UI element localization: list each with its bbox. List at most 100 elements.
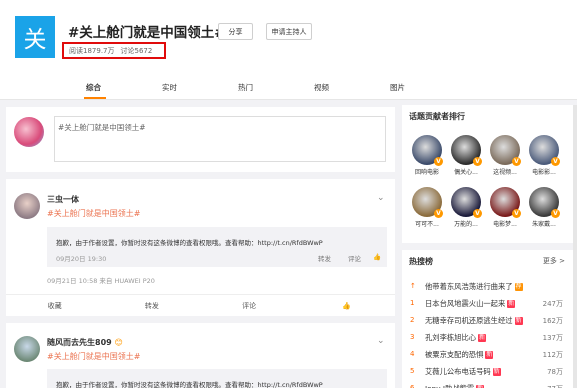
user-avatar[interactable]: [14, 117, 44, 147]
post-username[interactable]: 随风而去先生809 😊: [47, 337, 123, 348]
hot-search-item[interactable]: 4 被粟京支配的恐惧新 112万: [402, 348, 573, 365]
post-meta: 09月21日 10:58 来自 HUAWEI P20: [47, 277, 155, 285]
forward-button[interactable]: 转发: [103, 295, 200, 316]
hot-badge: 新: [492, 368, 501, 376]
share-button[interactable]: 分享: [218, 23, 253, 40]
hot-search-item[interactable]: 6 Jony J助战熊霸新 77万: [402, 382, 573, 388]
avatar[interactable]: [14, 193, 40, 219]
contributor-item[interactable]: V 可可不...: [410, 187, 444, 228]
feed-post: 随风而去先生809 😊 #关上舱门就是中国领土# ⌄ 抱歉，由于作者设置，你暂时…: [6, 323, 395, 388]
comment-count: 讨论5672: [120, 46, 153, 55]
like-icon[interactable]: 👍: [298, 295, 395, 316]
contributor-name: 回响电影: [414, 169, 439, 176]
hot-search-item[interactable]: 5 艾薇儿公布电话号码新 78万: [402, 365, 573, 382]
hot-search-text: 孔刘李栋旭比心新: [425, 333, 487, 343]
post-action-bar: 收藏 转发 评论 👍: [6, 294, 395, 316]
topic-logo: 关: [15, 16, 55, 58]
emoji-icon: 😊: [114, 338, 123, 347]
repost-block: 抱歉，由于作者设置，你暂时没有这条微博的查看权限哦。查看帮助：http://t.…: [47, 369, 387, 388]
hot-search-label: 他带着东风浩荡进行曲来了: [425, 282, 513, 291]
repost-text: 抱歉，由于作者设置，你暂时没有这条微博的查看权限哦。查看帮助：http://t.…: [56, 381, 323, 388]
repost-like-icon[interactable]: 👍: [373, 253, 381, 261]
contributor-name: 万能的...: [454, 221, 478, 228]
hot-badge: 新: [478, 334, 487, 342]
promoted-icon: ↑: [410, 282, 416, 290]
hot-search-label: 艾薇儿公布电话号码: [425, 367, 491, 376]
contributor-avatar: V: [451, 135, 482, 166]
hot-search-label: 被粟京支配的恐惧: [425, 350, 484, 359]
page: 关 #关上舱门就是中国领土# 分享 申请主持人 阅读1879.7万 讨论5672…: [0, 0, 577, 388]
contributor-avatar: V: [529, 135, 560, 166]
tab-comprehensive[interactable]: 综合: [86, 82, 101, 93]
contributor-avatar: V: [412, 187, 443, 218]
hot-search-item[interactable]: 3 孔刘李栋旭比心新 137万: [402, 331, 573, 348]
hot-search-text: Jony J助战熊霸新: [425, 384, 485, 388]
hot-search-label: 无糖幸存司机还原逃生经过: [425, 316, 513, 325]
chevron-down-icon[interactable]: ⌄: [377, 193, 385, 203]
hot-search-item[interactable]: ↑ 他带着东风浩荡进行曲来了荐: [402, 280, 573, 297]
active-tab-indicator: [84, 97, 106, 99]
repost-comment-link[interactable]: 评论: [348, 253, 361, 263]
topic-title: #关上舱门就是中国领土#: [68, 25, 226, 41]
hot-badge: 新: [514, 317, 523, 325]
hot-search-count: 112万: [542, 351, 563, 359]
feed-post: 三虫一体 #关上舱门就是中国领土# ⌄ 抱歉，由于作者设置，你暂时没有这条微博的…: [6, 179, 395, 316]
contributor-item[interactable]: V 朱家戴...: [527, 187, 561, 228]
hot-rank: 2: [410, 316, 415, 324]
tab-realtime[interactable]: 实时: [162, 82, 177, 93]
hot-rank: 6: [410, 384, 415, 388]
hot-search-label: 孔刘李栋旭比心: [425, 333, 477, 342]
verified-icon: V: [473, 209, 482, 218]
contributor-avatar: V: [529, 187, 560, 218]
post-username-text: 随风而去先生809: [47, 338, 112, 347]
topic-header: 关 #关上舱门就是中国领土# 分享 申请主持人 阅读1879.7万 讨论5672…: [0, 0, 577, 100]
contributor-item[interactable]: V 万能的...: [449, 187, 483, 228]
chevron-down-icon[interactable]: ⌄: [377, 336, 385, 346]
scrollbar[interactable]: [573, 105, 577, 388]
composer-card: #关上舱门就是中国领土#: [6, 107, 395, 172]
contributor-item[interactable]: V 这视频...: [488, 135, 522, 176]
apply-host-button[interactable]: 申请主持人: [266, 23, 312, 40]
tab-images[interactable]: 图片: [390, 82, 405, 93]
contributor-item[interactable]: V 电影影...: [527, 135, 561, 176]
tab-hot[interactable]: 热门: [238, 82, 253, 93]
verified-icon: V: [551, 209, 560, 218]
repost-block: 抱歉，由于作者设置，你暂时没有这条微博的查看权限哦。查看帮助：http://t.…: [47, 227, 387, 267]
post-hashtag[interactable]: #关上舱门就是中国领土#: [47, 208, 140, 219]
contributors-panel: 话题贡献者排行 V 回响电影 V 偶关心... V 这视频... V 电影影... V 可可不..…: [402, 105, 573, 243]
favorite-button[interactable]: 收藏: [6, 295, 103, 316]
comment-button[interactable]: 评论: [201, 295, 298, 316]
hot-search-item[interactable]: 2 无糖幸存司机还原逃生经过新 162万: [402, 314, 573, 331]
repost-forward-link[interactable]: 转发: [318, 253, 331, 263]
hot-search-count: 247万: [542, 300, 563, 308]
hot-search-text: 无糖幸存司机还原逃生经过新: [425, 316, 523, 326]
verified-icon: V: [551, 157, 560, 166]
contributor-avatar: V: [451, 187, 482, 218]
contributor-item[interactable]: V 电影梦...: [488, 187, 522, 228]
hot-search-text: 被粟京支配的恐惧新: [425, 350, 494, 360]
hot-search-count: 137万: [542, 334, 563, 342]
hot-search-count: 77万: [547, 384, 563, 388]
hot-rank: 3: [410, 333, 415, 341]
hot-search-item[interactable]: 1 日本台风地震火山一起来新 247万: [402, 297, 573, 314]
contributor-item[interactable]: V 偶关心...: [449, 135, 483, 176]
contributor-avatar: V: [490, 135, 521, 166]
contributor-name: 可可不...: [415, 221, 439, 228]
contributor-avatar: V: [412, 135, 443, 166]
hot-badge: 新: [507, 300, 516, 308]
tab-video[interactable]: 视频: [314, 82, 329, 93]
hot-search-count: 78万: [547, 368, 563, 376]
contributor-name: 朱家戴...: [532, 221, 556, 228]
repost-text: 抱歉，由于作者设置，你暂时没有这条微博的查看权限哦。查看帮助：http://t.…: [56, 239, 323, 247]
contributors-title: 话题贡献者排行: [409, 112, 465, 121]
verified-icon: V: [434, 209, 443, 218]
post-hashtag[interactable]: #关上舱门就是中国领土#: [47, 351, 140, 362]
avatar[interactable]: [14, 336, 40, 362]
compose-input[interactable]: #关上舱门就是中国领土#: [54, 116, 386, 162]
hot-rank: 1: [410, 299, 415, 307]
contributor-item[interactable]: V 回响电影: [410, 135, 444, 176]
hot-search-text: 艾薇儿公布电话号码新: [425, 367, 501, 377]
hot-more-link[interactable]: 更多 >: [543, 256, 565, 266]
post-username[interactable]: 三虫一体: [47, 194, 79, 205]
hot-search-label: 日本台风地震火山一起来: [425, 299, 506, 308]
